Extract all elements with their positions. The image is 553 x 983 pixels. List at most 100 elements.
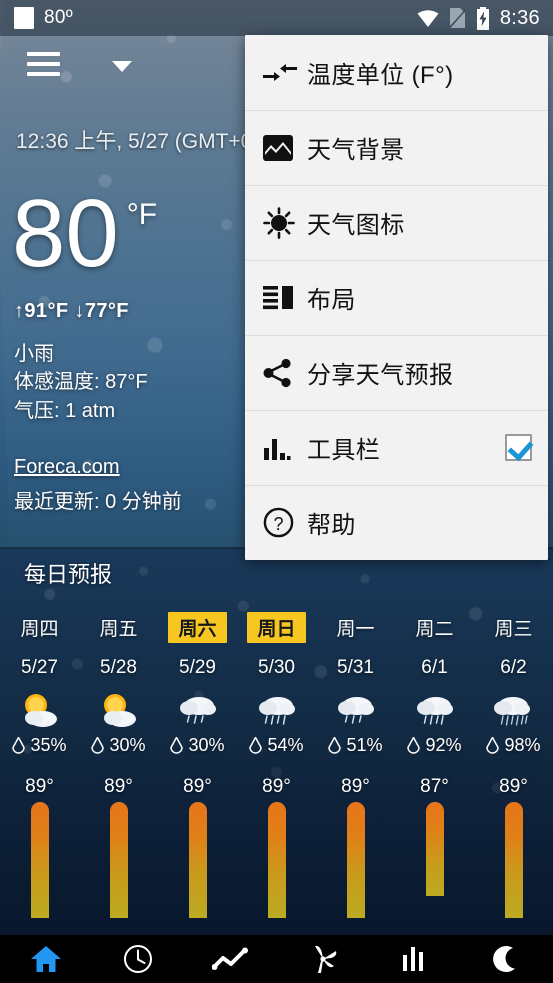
forecast-high-temp: 89° [104, 776, 133, 797]
menu-item-help[interactable]: ? 帮助 [245, 485, 548, 560]
rain-cloud-icon [254, 688, 300, 730]
nav-item-wind[interactable] [277, 944, 369, 974]
forecast-day-name: 周一 [336, 619, 375, 640]
bar-chart-icon [402, 947, 423, 971]
menu-item-layout[interactable]: 布局 [245, 260, 548, 335]
temperature-bar [425, 802, 444, 896]
status-bar-clock: 8:36 [499, 6, 540, 29]
precipitation-probability: 51% [328, 735, 383, 756]
precipitation-value: 30% [109, 735, 146, 755]
hamburger-icon[interactable] [27, 52, 60, 82]
menu-item-label: 分享天气预报 [307, 362, 454, 389]
forecast-high-temp: 89° [262, 776, 291, 797]
nav-item-chart[interactable] [369, 945, 461, 973]
rain-cloud-icon [412, 688, 458, 730]
forecast-day-column[interactable]: 周四 5/27 35% 89° [0, 612, 79, 932]
source-link[interactable]: Foreca.com [14, 456, 120, 479]
precipitation-value: 54% [267, 735, 304, 755]
precipitation-probability: 30% [91, 735, 146, 756]
nav-item-home[interactable] [0, 944, 92, 974]
trend-chart-icon [212, 947, 249, 970]
forecast-day-name: 周六 [168, 612, 227, 643]
clock-icon [124, 945, 153, 973]
precipitation-value: 30% [188, 735, 225, 755]
svg-text:?: ? [273, 514, 283, 534]
forecast-day-column[interactable]: 周三 6/2 98% 89° [474, 612, 553, 932]
water-drop-icon [12, 737, 26, 754]
current-temperature-block: 80 °F [12, 180, 158, 287]
precipitation-probability: 35% [12, 735, 67, 756]
water-drop-icon [91, 737, 105, 754]
layout-icon [263, 285, 307, 311]
high-low-temperature: ↑91°F ↓77°F [14, 300, 129, 322]
condition-details: 小雨 体感温度: 87°F 气压: 1 atm [14, 340, 148, 425]
status-bar-right: 8:36 [416, 6, 553, 30]
forecast-date: 5/27 [21, 657, 58, 678]
forecast-date: 6/1 [421, 657, 448, 678]
forecast-day-name: 周五 [99, 619, 138, 640]
menu-item-label: 温度单位 (F°) [307, 62, 454, 89]
moon-icon [493, 946, 515, 973]
wind-turbine-icon [314, 945, 336, 973]
forecast-high-temp: 89° [25, 776, 54, 797]
temperature-bar [188, 802, 207, 918]
precipitation-value: 51% [346, 735, 383, 755]
toolbar-icon [263, 435, 307, 461]
pressure-text: 气压: 1 atm [14, 399, 116, 422]
menu-item-temperature-unit[interactable]: 温度单位 (F°) [245, 35, 548, 110]
rain-cloud-icon [175, 688, 221, 730]
forecast-day-column[interactable]: 周日 5/30 54% 89° [237, 612, 316, 932]
toolbar-checkbox[interactable] [505, 434, 532, 461]
forecast-day-column[interactable]: 周六 5/29 30% 89° [158, 612, 237, 932]
forecast-day-column[interactable]: 周二 6/1 92% 87° [395, 612, 474, 932]
temperature-bar [109, 802, 128, 918]
precipitation-probability: 98% [486, 735, 541, 756]
forecast-high-temp: 89° [499, 776, 528, 797]
weather-app-screen: 80º 8:36 12:36 上午, 5/27 (GMT+0 80 °F ↑91… [0, 0, 553, 983]
forecast-high-temp: 89° [341, 776, 370, 797]
temperature-bar [267, 802, 286, 918]
nav-item-trend[interactable] [184, 946, 276, 972]
precipitation-probability: 54% [249, 735, 304, 756]
chevron-down-icon[interactable] [112, 61, 132, 72]
menu-item-toolbar[interactable]: 工具栏 [245, 410, 548, 485]
nav-item-hourly[interactable] [92, 944, 184, 974]
water-drop-icon [249, 737, 263, 754]
precipitation-probability: 92% [407, 735, 462, 756]
sun-behind-cloud-icon [17, 688, 63, 730]
current-temperature-unit: °F [126, 198, 158, 231]
forecast-high-temp: 89° [183, 776, 212, 797]
temperature-unit-icon [263, 63, 307, 83]
water-drop-icon [328, 737, 342, 754]
forecast-date: 5/30 [258, 657, 295, 678]
feels-like-text: 体感温度: 87°F [14, 371, 148, 394]
precipitation-value: 35% [30, 735, 67, 755]
last-updated-text: 最近更新: 0 分钟前 [14, 491, 182, 513]
current-datetime: 12:36 上午, 5/27 (GMT+0 [16, 130, 253, 153]
menu-item-share-forecast[interactable]: 分享天气预报 [245, 335, 548, 410]
precipitation-value: 92% [425, 735, 462, 755]
menu-item-label: 天气背景 [307, 137, 405, 164]
menu-item-weather-background[interactable]: 天气背景 [245, 110, 548, 185]
forecast-day-column[interactable]: 周一 5/31 51% 89° [316, 612, 395, 932]
forecast-date: 6/2 [500, 657, 527, 678]
daily-forecast-grid: 周四 5/27 35% 89° 周五 5/28 30% 89° 周六 5/29 … [0, 612, 553, 932]
wifi-icon [417, 10, 439, 27]
nav-item-night[interactable] [461, 944, 553, 974]
rain-cloud-icon [333, 688, 379, 730]
temperature-bar [346, 802, 365, 918]
rain-shower-cloud-icon [491, 688, 537, 730]
menu-item-label: 工具栏 [307, 437, 381, 464]
battery-charging-icon [476, 6, 489, 30]
share-icon [263, 358, 307, 388]
status-bar-temperature: 80º [44, 7, 73, 28]
water-drop-icon [486, 737, 500, 754]
weather-icons-icon [263, 206, 307, 239]
sim-off-icon [449, 8, 465, 28]
precipitation-value: 98% [504, 735, 541, 755]
sun-behind-cloud-icon [96, 688, 142, 730]
forecast-day-column[interactable]: 周五 5/28 30% 89° [79, 612, 158, 932]
menu-item-weather-icons[interactable]: 天气图标 [245, 185, 548, 260]
current-temperature: 80 [12, 180, 119, 287]
overflow-menu: 温度单位 (F°) 天气背景 天气图标 布局 分享天气预报 工具栏 ? 帮助 [245, 35, 548, 560]
